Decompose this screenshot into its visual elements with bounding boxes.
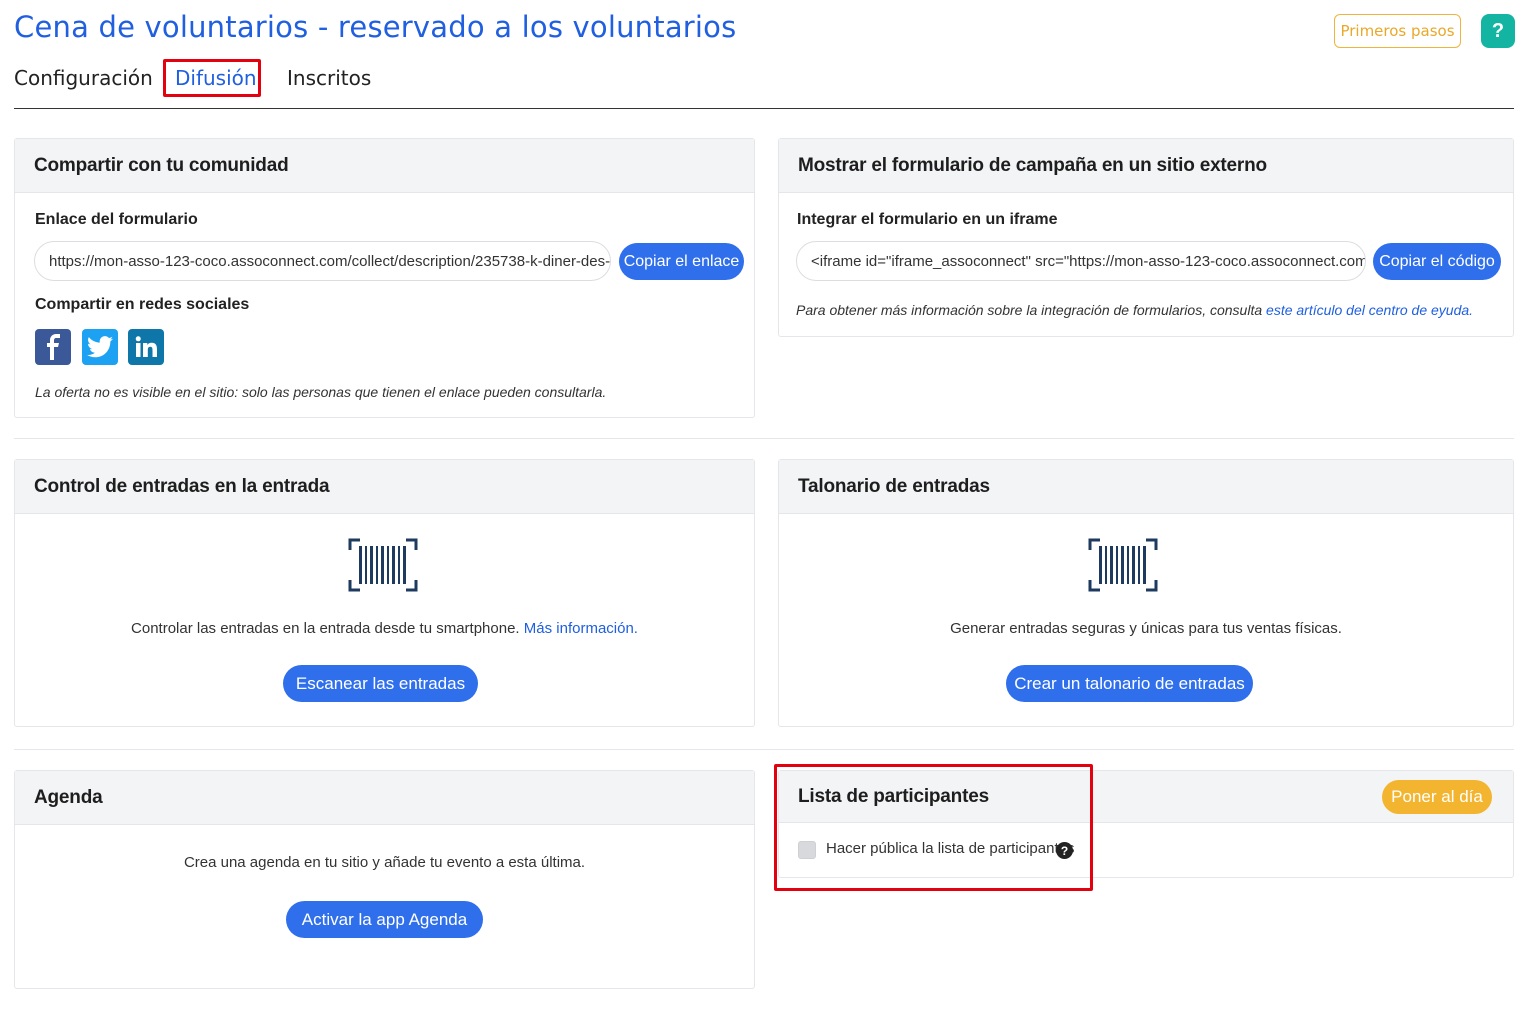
form-link-input[interactable]: https://mon-asso-123-coco.assoconnect.co…: [34, 241, 611, 281]
social-share-label: Compartir en redes sociales: [35, 296, 250, 313]
agenda-card: Agenda Crea una agenda en tu sitio y aña…: [14, 770, 755, 989]
ticket-control-title: Control de entradas en la entrada: [15, 460, 754, 514]
facebook-icon[interactable]: [35, 329, 71, 365]
agenda-title: Agenda: [15, 771, 754, 825]
tab-bar: Configuración Difusión Inscritos: [14, 58, 1514, 109]
first-steps-button[interactable]: Primeros pasos: [1334, 14, 1461, 48]
public-list-label: Hacer pública la lista de participantes: [826, 840, 1075, 857]
ticket-booklet-description: Generar entradas seguras y únicas para t…: [950, 620, 1342, 637]
scan-tickets-button[interactable]: Escanear las entradas: [283, 665, 478, 702]
ticket-control-text: Controlar las entradas en la entrada des…: [131, 620, 524, 637]
ticket-control-description: Controlar las entradas en la entrada des…: [15, 620, 754, 637]
update-button[interactable]: Poner al día: [1382, 780, 1492, 814]
copy-code-button[interactable]: Copiar el código: [1373, 243, 1501, 280]
twitter-icon[interactable]: [82, 329, 118, 365]
help-button[interactable]: ?: [1481, 14, 1515, 48]
share-card-title: Compartir con tu comunidad: [15, 139, 754, 193]
ticket-booklet-title: Talonario de entradas: [779, 460, 1513, 514]
iframe-code-input[interactable]: <iframe id="iframe_assoconnect" src="htt…: [796, 241, 1366, 281]
activate-agenda-button[interactable]: Activar la app Agenda: [286, 901, 483, 938]
page-title: Cena de voluntarios - reservado a los vo…: [14, 10, 737, 44]
public-list-checkbox[interactable]: [798, 841, 816, 859]
barcode-scan-icon: [348, 538, 418, 592]
tab-difusion[interactable]: Difusión: [175, 66, 257, 90]
more-info-link[interactable]: Más información.: [524, 620, 638, 637]
tab-inscritos[interactable]: Inscritos: [287, 66, 371, 90]
ticket-booklet-card: Talonario de entradas Generar entradas s…: [778, 459, 1514, 727]
ticket-control-card: Control de entradas en la entrada Contro…: [14, 459, 755, 727]
copy-link-button[interactable]: Copiar el enlace: [619, 243, 744, 280]
share-visibility-note: La oferta no es visible en el sitio: sol…: [35, 384, 607, 400]
question-icon[interactable]: ?: [1056, 842, 1073, 859]
iframe-label: Integrar el formulario en un iframe: [797, 211, 1058, 228]
form-link-label: Enlace del formulario: [35, 211, 198, 228]
embed-card: Mostrar el formulario de campaña en un s…: [778, 138, 1514, 337]
linkedin-icon[interactable]: [128, 329, 164, 365]
section-divider: [14, 749, 1514, 750]
help-center-link[interactable]: este artículo del centro de eyuda.: [1266, 302, 1473, 318]
embed-help-text: Para obtener más información sobre la in…: [796, 302, 1267, 318]
section-divider: [14, 438, 1514, 439]
embed-card-title: Mostrar el formulario de campaña en un s…: [779, 139, 1513, 193]
embed-help-note: Para obtener más información sobre la in…: [796, 302, 1473, 318]
create-booklet-button[interactable]: Crear un talonario de entradas: [1006, 665, 1253, 702]
share-card: Compartir con tu comunidad Enlace del fo…: [14, 138, 755, 418]
tab-configuracion[interactable]: Configuración: [14, 66, 153, 90]
agenda-description: Crea una agenda en tu sitio y añade tu e…: [183, 854, 586, 871]
barcode-icon: [1088, 538, 1158, 592]
